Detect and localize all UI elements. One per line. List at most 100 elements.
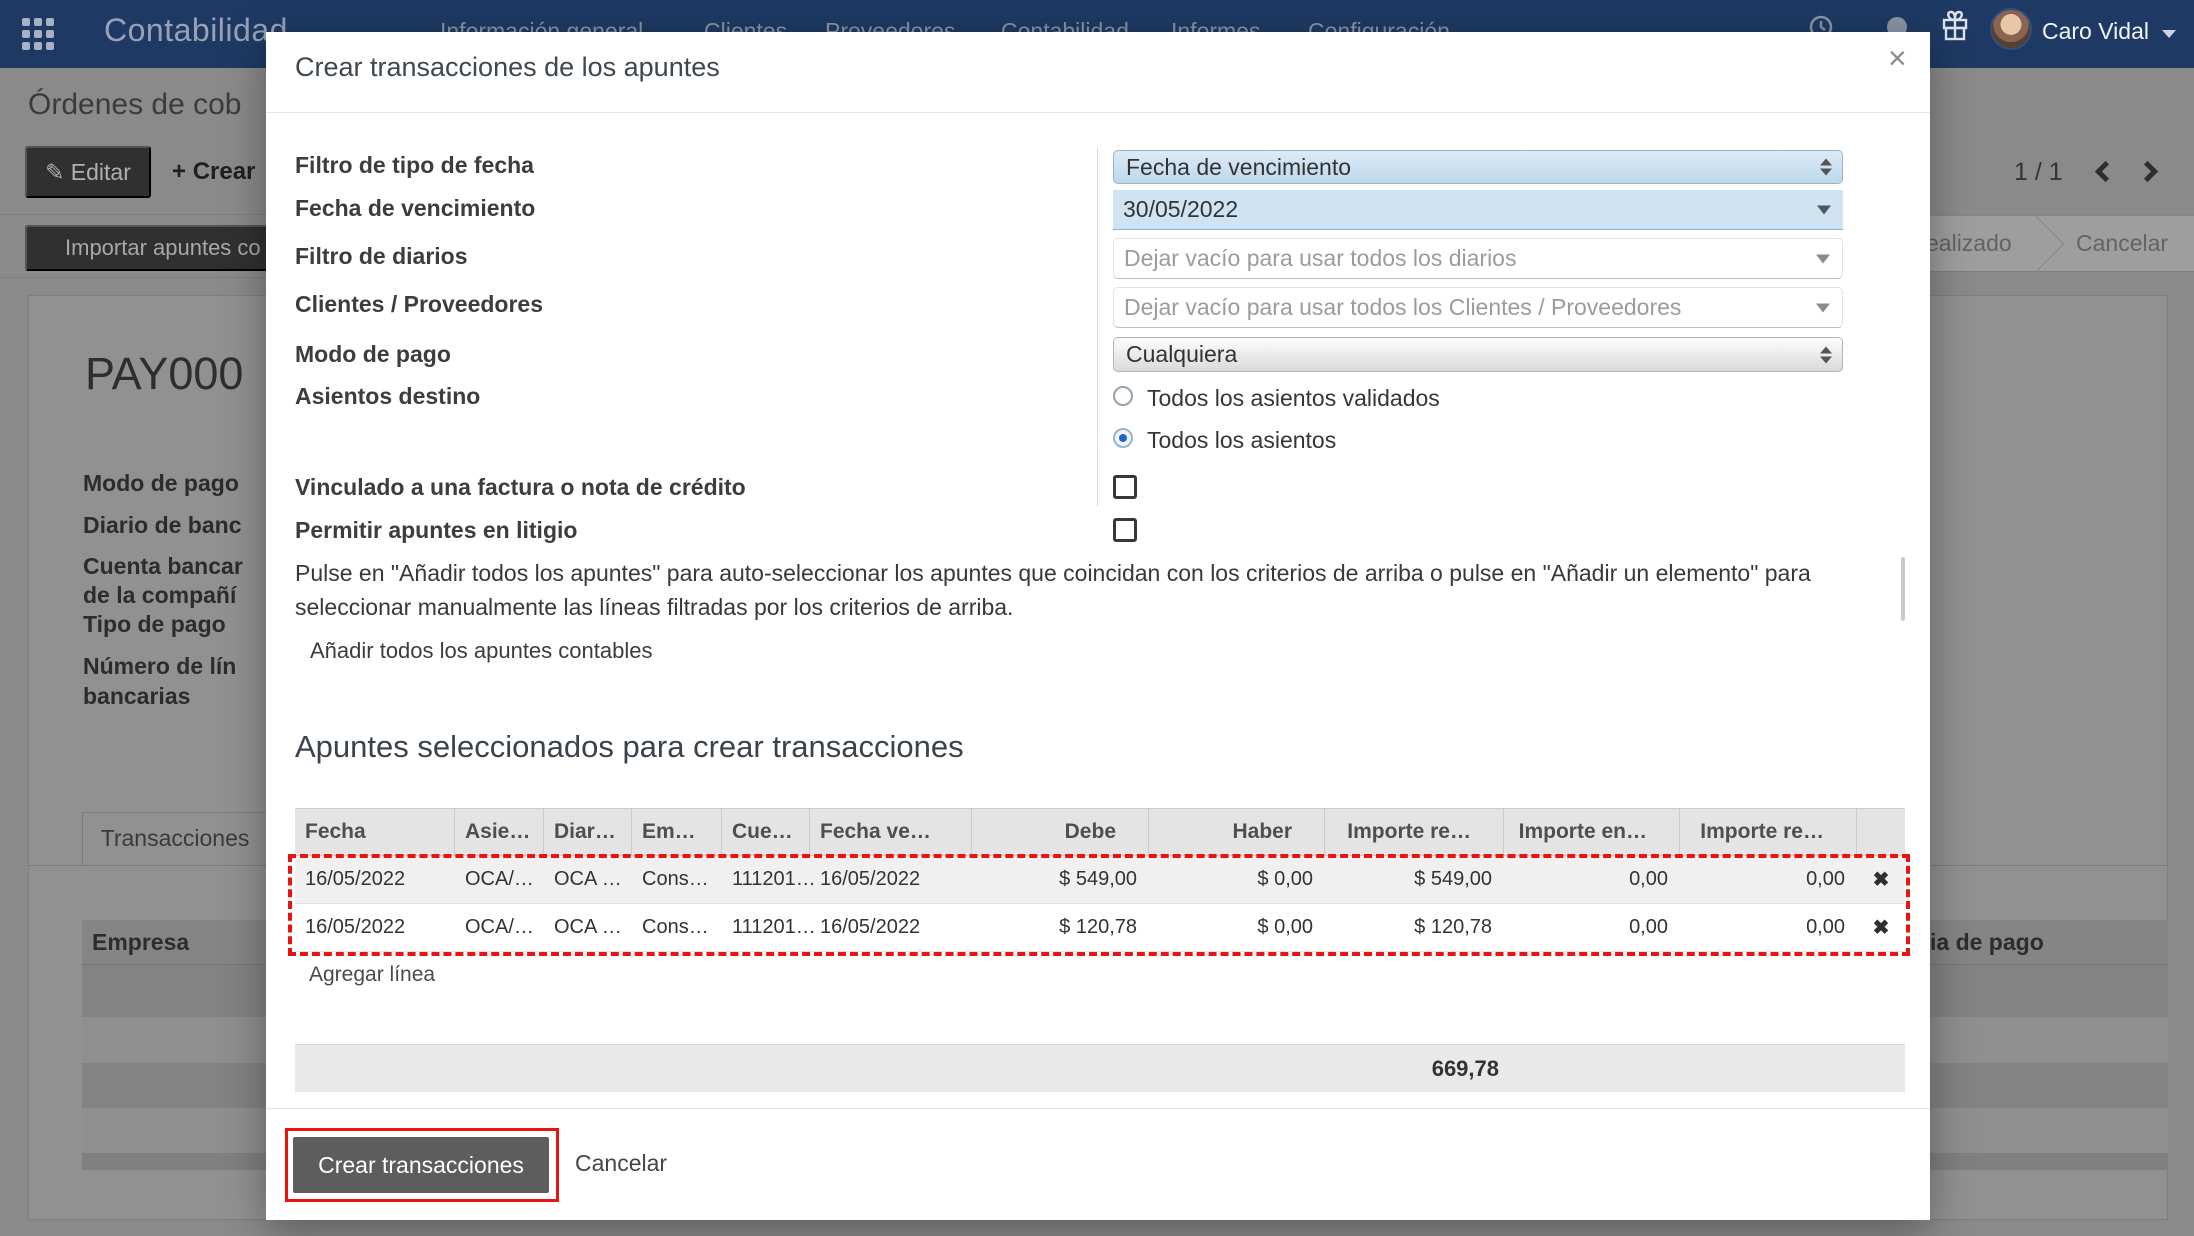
- close-icon[interactable]: ×: [1888, 40, 1907, 77]
- user-name[interactable]: Caro Vidal: [2042, 18, 2149, 45]
- cell-importe-en[interactable]: 0,00: [1504, 868, 1680, 891]
- cell-importe-re[interactable]: 0,00: [1680, 916, 1857, 939]
- pager-count: 1 / 1: [2014, 158, 2063, 187]
- field-label-tipo-de-pago: Tipo de pago: [83, 611, 267, 638]
- label-filtro-diarios: Filtro de diarios: [295, 243, 468, 270]
- cell-haber[interactable]: $ 0,00: [1149, 868, 1325, 891]
- select-updown-icon: [1820, 346, 1832, 363]
- col-header-haber[interactable]: Haber: [1149, 809, 1325, 855]
- status-realizado[interactable]: ealizado: [1926, 230, 2012, 257]
- divider: [0, 277, 266, 278]
- gift-icon[interactable]: [1940, 10, 1970, 47]
- create-button[interactable]: + Crear: [172, 158, 255, 186]
- cell-fecha-vencimiento[interactable]: 16/05/2022: [810, 916, 972, 939]
- selected-entries-table: Fecha Asie… Diar… Em… Cue… Fecha ve… Deb…: [295, 808, 1905, 998]
- cell-debe[interactable]: $ 120,78: [972, 916, 1149, 939]
- cell-fecha-vencimiento[interactable]: 16/05/2022: [810, 868, 972, 891]
- col-header-cuenta[interactable]: Cue…: [722, 809, 810, 855]
- col-header-asiento[interactable]: Asie…: [455, 809, 544, 855]
- pencil-icon: ✎: [45, 159, 64, 185]
- page-title: Órdenes de cob: [28, 88, 266, 122]
- col-header-empresa[interactable]: Em…: [632, 809, 722, 855]
- plus-icon: +: [172, 158, 186, 185]
- apps-grid-icon[interactable]: [20, 16, 56, 57]
- checkbox-permitir-litigio[interactable]: [1113, 518, 1137, 542]
- field-label-bancarias: bancarias: [83, 683, 267, 710]
- user-avatar[interactable]: [1990, 8, 2032, 50]
- label-clientes-proveedores: Clientes / Proveedores: [295, 291, 543, 318]
- date-type-filter-select[interactable]: Fecha de vencimiento: [1113, 150, 1843, 184]
- label-filtro-tipo-fecha: Filtro de tipo de fecha: [295, 152, 534, 179]
- col-header-importe-en[interactable]: Importe en…: [1504, 809, 1680, 855]
- label-permitir-litigio: Permitir apuntes en litigio: [295, 517, 577, 544]
- record-title: PAY000: [85, 348, 267, 400]
- dialog-header-divider: [266, 112, 1930, 113]
- journals-filter-input[interactable]: Dejar vacío para usar todos los diarios: [1113, 238, 1843, 279]
- section-title: Apuntes seleccionados para crear transac…: [295, 729, 964, 765]
- field-label-cuenta-bancaria: Cuenta bancar: [83, 553, 267, 580]
- scrollbar-thumb[interactable]: [1901, 557, 1905, 621]
- pager-next-icon[interactable]: [2137, 161, 2158, 182]
- add-line-button[interactable]: Agregar línea: [295, 952, 1905, 998]
- pager-previous-icon[interactable]: [2095, 161, 2116, 182]
- user-menu-chevron-down-icon[interactable]: [2162, 30, 2176, 38]
- cell-fecha[interactable]: 16/05/2022: [295, 868, 455, 891]
- tab-transacciones[interactable]: Transacciones: [82, 812, 268, 865]
- payment-mode-select[interactable]: Cualquiera: [1113, 337, 1843, 372]
- cell-importe-residual[interactable]: $ 120,78: [1325, 916, 1504, 939]
- delete-row-icon[interactable]: ✖: [1857, 915, 1905, 940]
- cell-debe[interactable]: $ 549,00: [972, 868, 1149, 891]
- label-modo-pago: Modo de pago: [295, 341, 451, 368]
- partners-filter-input[interactable]: Dejar vacío para usar todos los Clientes…: [1113, 287, 1843, 328]
- cell-empresa[interactable]: Cons…: [632, 868, 722, 891]
- field-label-compania: de la compañí: [83, 582, 267, 609]
- cell-fecha[interactable]: 16/05/2022: [295, 916, 455, 939]
- add-all-entries-button[interactable]: Añadir todos los apuntes contables: [310, 638, 652, 664]
- cell-empresa[interactable]: Cons…: [632, 916, 722, 939]
- delete-row-icon[interactable]: ✖: [1857, 867, 1905, 892]
- cell-haber[interactable]: $ 0,00: [1149, 916, 1325, 939]
- radio-todos-validados[interactable]: [1113, 386, 1133, 406]
- divider: [0, 214, 266, 215]
- radio-label-todos-validados[interactable]: Todos los asientos validados: [1147, 385, 1440, 412]
- field-label-diario: Diario de banc: [83, 512, 267, 539]
- cell-diario[interactable]: OCA …: [544, 868, 632, 891]
- dialog-footer-divider: [266, 1108, 1930, 1109]
- cell-importe-re[interactable]: 0,00: [1680, 868, 1857, 891]
- cell-asiento[interactable]: OCA/…: [455, 916, 544, 939]
- table-row[interactable]: 16/05/2022 OCA/… OCA … Cons… 111201… 16/…: [295, 856, 1905, 904]
- cancel-button[interactable]: Cancelar: [575, 1150, 667, 1177]
- edit-button[interactable]: ✎ Editar: [25, 146, 151, 198]
- due-date-input[interactable]: 30/05/2022: [1113, 190, 1843, 230]
- table-row[interactable]: 16/05/2022 OCA/… OCA … Cons… 111201… 16/…: [295, 904, 1905, 952]
- checkbox-vinculado-factura[interactable]: [1113, 475, 1137, 499]
- col-header-importe-re[interactable]: Importe re…: [1680, 809, 1857, 855]
- cell-asiento[interactable]: OCA/…: [455, 868, 544, 891]
- dialog-help-text: Pulse en "Añadir todos los apuntes" para…: [295, 556, 1885, 624]
- cell-diario[interactable]: OCA …: [544, 916, 632, 939]
- col-header-debe[interactable]: Debe: [972, 809, 1149, 855]
- col-header-fecha[interactable]: Fecha: [295, 809, 455, 855]
- create-transactions-button[interactable]: Crear transacciones: [293, 1137, 549, 1193]
- col-header-diario[interactable]: Diar…: [544, 809, 632, 855]
- cell-cuenta[interactable]: 111201…: [722, 916, 810, 939]
- field-label-modo-de-pago: Modo de pago: [83, 470, 267, 497]
- dropdown-caret-icon: [1816, 254, 1830, 263]
- dialog-title: Crear transacciones de los apuntes: [295, 52, 720, 83]
- cell-cuenta[interactable]: 111201…: [722, 868, 810, 891]
- col-header-delete: [1857, 809, 1905, 855]
- radio-label-todos-los-asientos[interactable]: Todos los asientos: [1147, 427, 1336, 454]
- import-entries-button[interactable]: Importar apuntes co: [25, 225, 268, 271]
- col-header-fecha-vencimiento[interactable]: Fecha ve…: [810, 809, 972, 855]
- bg-table-header-dia-de-pago: ia de pago: [1930, 920, 2168, 965]
- cell-importe-residual[interactable]: $ 549,00: [1325, 868, 1504, 891]
- total-bar: 669,78: [295, 1044, 1905, 1092]
- col-header-importe-residual[interactable]: Importe re…: [1325, 809, 1504, 855]
- cell-importe-en[interactable]: 0,00: [1504, 916, 1680, 939]
- app-brand[interactable]: Contabilidad: [104, 12, 288, 49]
- status-cancelar[interactable]: Cancelar: [2076, 230, 2168, 257]
- label-vinculado-factura: Vinculado a una factura o nota de crédit…: [295, 474, 746, 501]
- radio-todos-los-asientos[interactable]: [1113, 428, 1133, 448]
- field-label-numero-lineas: Número de lín: [83, 653, 267, 680]
- select-updown-icon: [1820, 159, 1832, 176]
